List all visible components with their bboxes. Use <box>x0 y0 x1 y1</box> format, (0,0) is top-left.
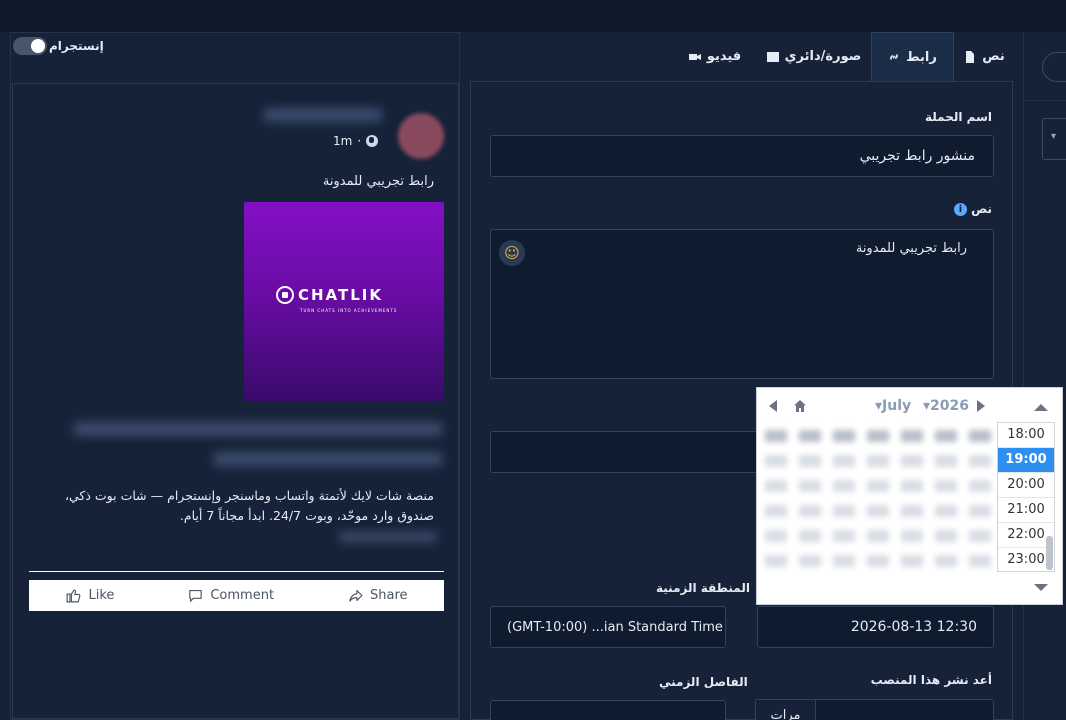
logo-text: CHATLIK <box>298 286 384 304</box>
time-option[interactable]: 20:00 <box>998 473 1054 498</box>
link-domain-blurred <box>338 532 438 542</box>
calendar-row <box>765 505 991 517</box>
tab-text[interactable]: نص <box>956 32 1013 81</box>
time-option[interactable]: 18:00 <box>998 423 1054 448</box>
text-label: نص <box>971 202 992 216</box>
link-description: منصة شات لايك لأتمتة واتساب وماسنجر وإنس… <box>64 488 434 523</box>
next-month-icon[interactable] <box>977 400 985 412</box>
video-icon <box>688 53 701 60</box>
year-value: 2026 <box>930 398 969 414</box>
globe-icon <box>366 135 379 147</box>
emoji-icon[interactable]: ☺ <box>499 240 525 266</box>
link-title-blurred <box>73 422 443 436</box>
post-text: رابط تجريبي للمدونة <box>322 174 434 189</box>
image-icon <box>766 51 779 62</box>
repost-label: أعد نشر هذا المنصب <box>870 673 992 687</box>
link-preview-image: CHATLIK TURN CHATS INTO ACHIEVEMENTS <box>244 202 444 402</box>
comment-icon <box>189 589 203 602</box>
instagram-toggle[interactable] <box>13 37 47 55</box>
tab-image-label: صورة/دائري <box>784 49 862 64</box>
comment-button[interactable]: Comment <box>187 587 274 604</box>
thumbs-up-icon <box>67 589 81 603</box>
datetime-input[interactable]: 2026-08-13 12:30 <box>757 606 994 648</box>
timezone-select[interactable]: (GMT-10:00) ...ian Standard Time <box>490 606 726 648</box>
weekday-row <box>765 430 991 442</box>
timezone-value: (GMT-10:00) ...ian Standard Time <box>507 620 723 635</box>
like-label: Like <box>88 588 115 603</box>
post-time: 1m <box>333 134 353 148</box>
facebook-post-preview: 1m · رابط تجريبي للمدونة CHATLIK TURN CH… <box>12 83 459 719</box>
toggle-knob <box>31 39 45 53</box>
datetime-picker: ▾July ▾2026 18:00 19:00 20:00 21:00 22:0… <box>756 387 1063 605</box>
like-button[interactable]: Like <box>65 587 114 604</box>
sidebar-select[interactable] <box>1042 118 1066 160</box>
top-bar <box>0 0 1066 32</box>
author-name-blurred <box>263 108 383 122</box>
post-meta: 1m · <box>333 134 379 148</box>
divider <box>29 571 444 572</box>
timezone-label: المنطقة الزمنية <box>656 581 750 595</box>
share-icon <box>349 589 363 602</box>
divider <box>1024 100 1066 101</box>
tab-video-label: فيديو <box>706 49 742 64</box>
tab-video[interactable]: فيديو <box>675 32 755 81</box>
calendar-grid-blurred <box>765 430 991 580</box>
post-preview-panel: إنستجرام 1m · رابط تجريبي للمدونة CHATLI… <box>10 32 460 720</box>
time-option[interactable]: 21:00 <box>998 498 1054 523</box>
month-select[interactable]: ▾July <box>875 398 911 414</box>
tab-link-label: رابط <box>906 49 937 65</box>
chat-bubble-icon <box>276 286 294 304</box>
time-scrollbar[interactable] <box>1046 536 1053 570</box>
time-scroll-down-icon[interactable] <box>1034 584 1048 591</box>
comment-label: Comment <box>210 588 275 603</box>
link-title-blurred-2 <box>213 452 443 466</box>
post-type-tabs: نص رابط صورة/دائري فيديو <box>470 32 1013 81</box>
share-button[interactable]: Share <box>347 587 408 604</box>
info-icon[interactable]: i <box>953 203 967 216</box>
prev-month-icon[interactable] <box>769 400 777 412</box>
picker-header: ▾July ▾2026 <box>757 396 997 418</box>
campaign-name-input[interactable]: منشور رابط تجريبي <box>490 135 994 177</box>
meta-separator: · <box>357 134 362 148</box>
calendar-row <box>765 555 991 567</box>
text-area-value: رابط تجريبي للمدونة <box>855 241 967 256</box>
campaign-name-label: اسم الحملة <box>925 110 992 124</box>
file-icon <box>966 50 975 63</box>
link-icon <box>890 53 898 61</box>
share-label: Share <box>370 588 408 603</box>
text-label-row: نص i <box>950 202 992 217</box>
search-pill[interactable] <box>1042 52 1066 82</box>
instagram-toggle-label: إنستجرام <box>49 39 104 53</box>
calendar-row <box>765 455 991 467</box>
tab-text-label: نص <box>982 49 1005 64</box>
repost-unit: مرات <box>756 700 816 720</box>
calendar-row <box>765 530 991 542</box>
post-actions: Like Comment Share <box>29 580 444 611</box>
instagram-toggle-row: إنستجرام <box>11 33 461 61</box>
text-area[interactable]: رابط تجريبي للمدونة ☺ <box>490 229 994 379</box>
time-option-selected[interactable]: 19:00 <box>998 448 1054 473</box>
tab-link[interactable]: رابط <box>871 32 954 81</box>
repost-count-input[interactable]: مرات <box>755 699 994 720</box>
home-icon[interactable] <box>793 399 807 413</box>
month-value: July <box>882 398 912 414</box>
right-sidebar <box>1023 32 1066 720</box>
avatar <box>398 113 444 159</box>
interval-select[interactable] <box>490 700 726 720</box>
time-scroll-up-icon[interactable] <box>1034 404 1048 411</box>
interval-label: الفاصل الزمني <box>659 675 748 689</box>
calendar-row <box>765 480 991 492</box>
logo-tagline: TURN CHATS INTO ACHIEVEMENTS <box>300 308 398 313</box>
tab-image[interactable]: صورة/دائري <box>760 32 868 81</box>
year-select[interactable]: ▾2026 <box>923 398 969 414</box>
chatlik-logo: CHATLIK <box>276 286 383 304</box>
